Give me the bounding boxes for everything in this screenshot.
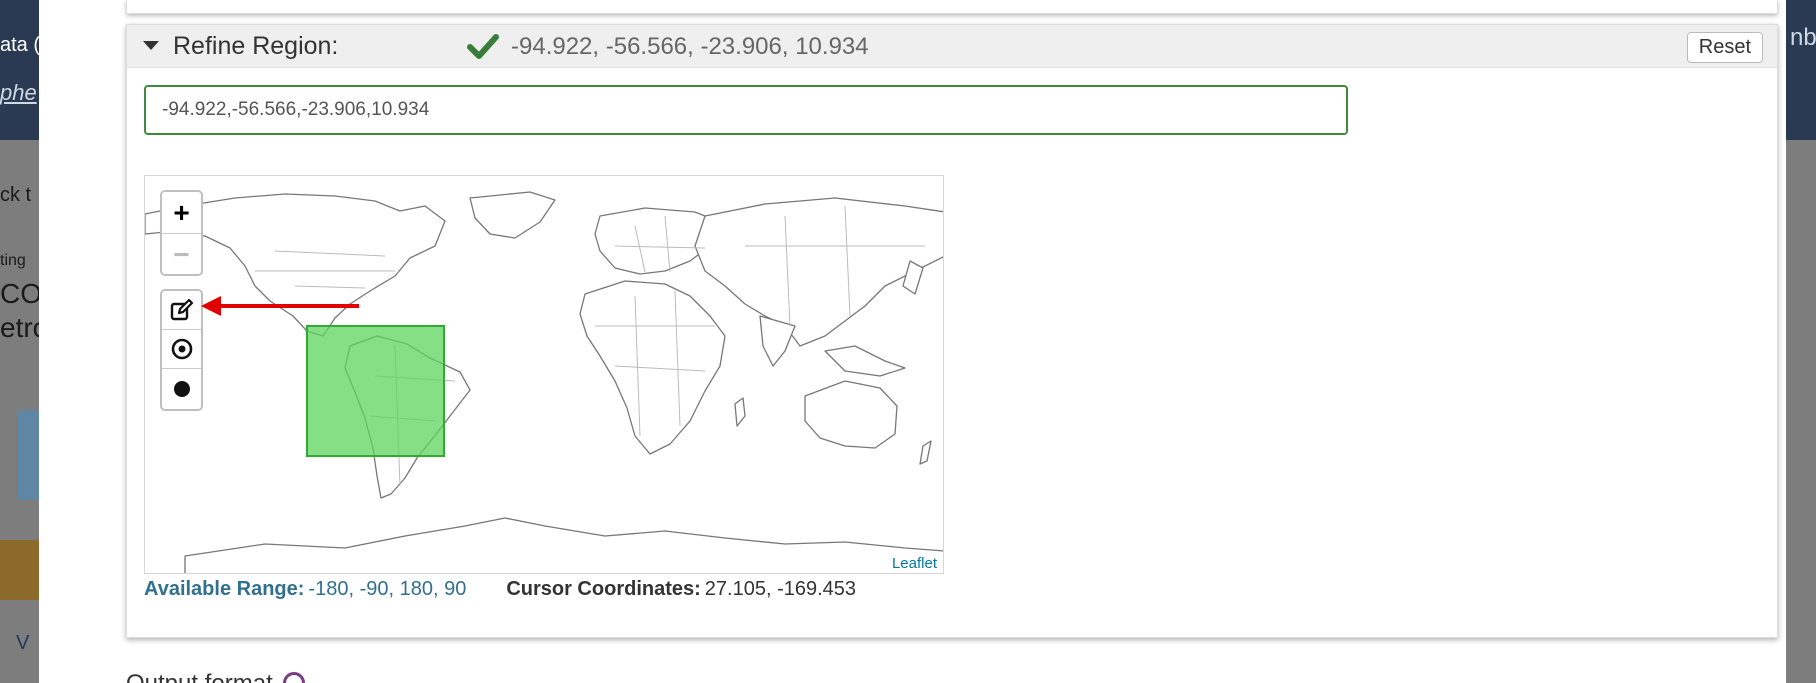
output-format-label: Output format bbox=[126, 670, 273, 683]
zoom-out-button[interactable]: − bbox=[162, 233, 201, 274]
southeast-asia bbox=[824, 345, 906, 377]
panel-heading[interactable]: Refine Region: -94.922, -56.566, -23.906… bbox=[127, 25, 1777, 68]
cursor-coordinates-label: Cursor Coordinates: bbox=[506, 578, 701, 600]
background-text: ck t bbox=[0, 184, 32, 206]
region-summary: -94.922, -56.566, -23.906, 10.934 bbox=[511, 33, 869, 60]
cursor-coordinates-value: 27.105, -169.453 bbox=[704, 578, 857, 600]
australia bbox=[804, 380, 898, 449]
region-coordinates-input[interactable] bbox=[144, 85, 1348, 135]
background-link: phe bbox=[0, 80, 37, 105]
checkmark-icon bbox=[467, 34, 499, 59]
refine-region-panel: Refine Region: -94.922, -56.566, -23.906… bbox=[126, 24, 1778, 638]
edit-rectangle-icon bbox=[170, 298, 193, 321]
region-map[interactable]: + − Leaflet bbox=[144, 175, 944, 574]
madagascar bbox=[734, 397, 746, 427]
background-text: ting bbox=[0, 252, 26, 269]
caret-down-icon[interactable] bbox=[143, 41, 159, 50]
background-text: V bbox=[16, 632, 30, 654]
target-point-icon bbox=[171, 338, 192, 360]
reset-button[interactable]: Reset bbox=[1686, 32, 1763, 63]
world-map bbox=[145, 191, 943, 573]
help-icon[interactable] bbox=[282, 672, 305, 683]
point-button[interactable] bbox=[162, 369, 201, 408]
range-info: Available Range: -180, -90, 180, 90 Cursor… bbox=[144, 578, 856, 601]
zoom-control: + − bbox=[160, 190, 203, 276]
background-text: nbo bbox=[1790, 24, 1816, 51]
new-zealand bbox=[919, 440, 932, 465]
background-text: ata ( bbox=[0, 34, 41, 56]
modal-dialog: Refine Region: -94.922, -56.566, -23.906… bbox=[39, 0, 1786, 683]
point-radius-button[interactable] bbox=[162, 330, 201, 369]
previous-panel bbox=[126, 0, 1778, 14]
available-range-value[interactable]: -180, -90, 180, 90 bbox=[308, 578, 466, 600]
selected-region-rect bbox=[306, 325, 445, 457]
africa bbox=[579, 280, 726, 455]
annotation-arrow-icon bbox=[201, 296, 359, 316]
edit-rectangle-button[interactable] bbox=[162, 291, 201, 330]
leaflet-attribution[interactable]: Leaflet bbox=[885, 554, 943, 573]
zoom-in-button[interactable]: + bbox=[162, 192, 201, 233]
output-format-heading: Output format bbox=[126, 670, 305, 683]
panel-title: Refine Region: bbox=[173, 32, 339, 60]
draw-toolbar bbox=[160, 289, 203, 411]
greenland bbox=[469, 191, 556, 239]
antarctica bbox=[184, 517, 943, 573]
available-range-label: Available Range: bbox=[144, 578, 305, 600]
filled-circle-icon bbox=[173, 380, 190, 397]
